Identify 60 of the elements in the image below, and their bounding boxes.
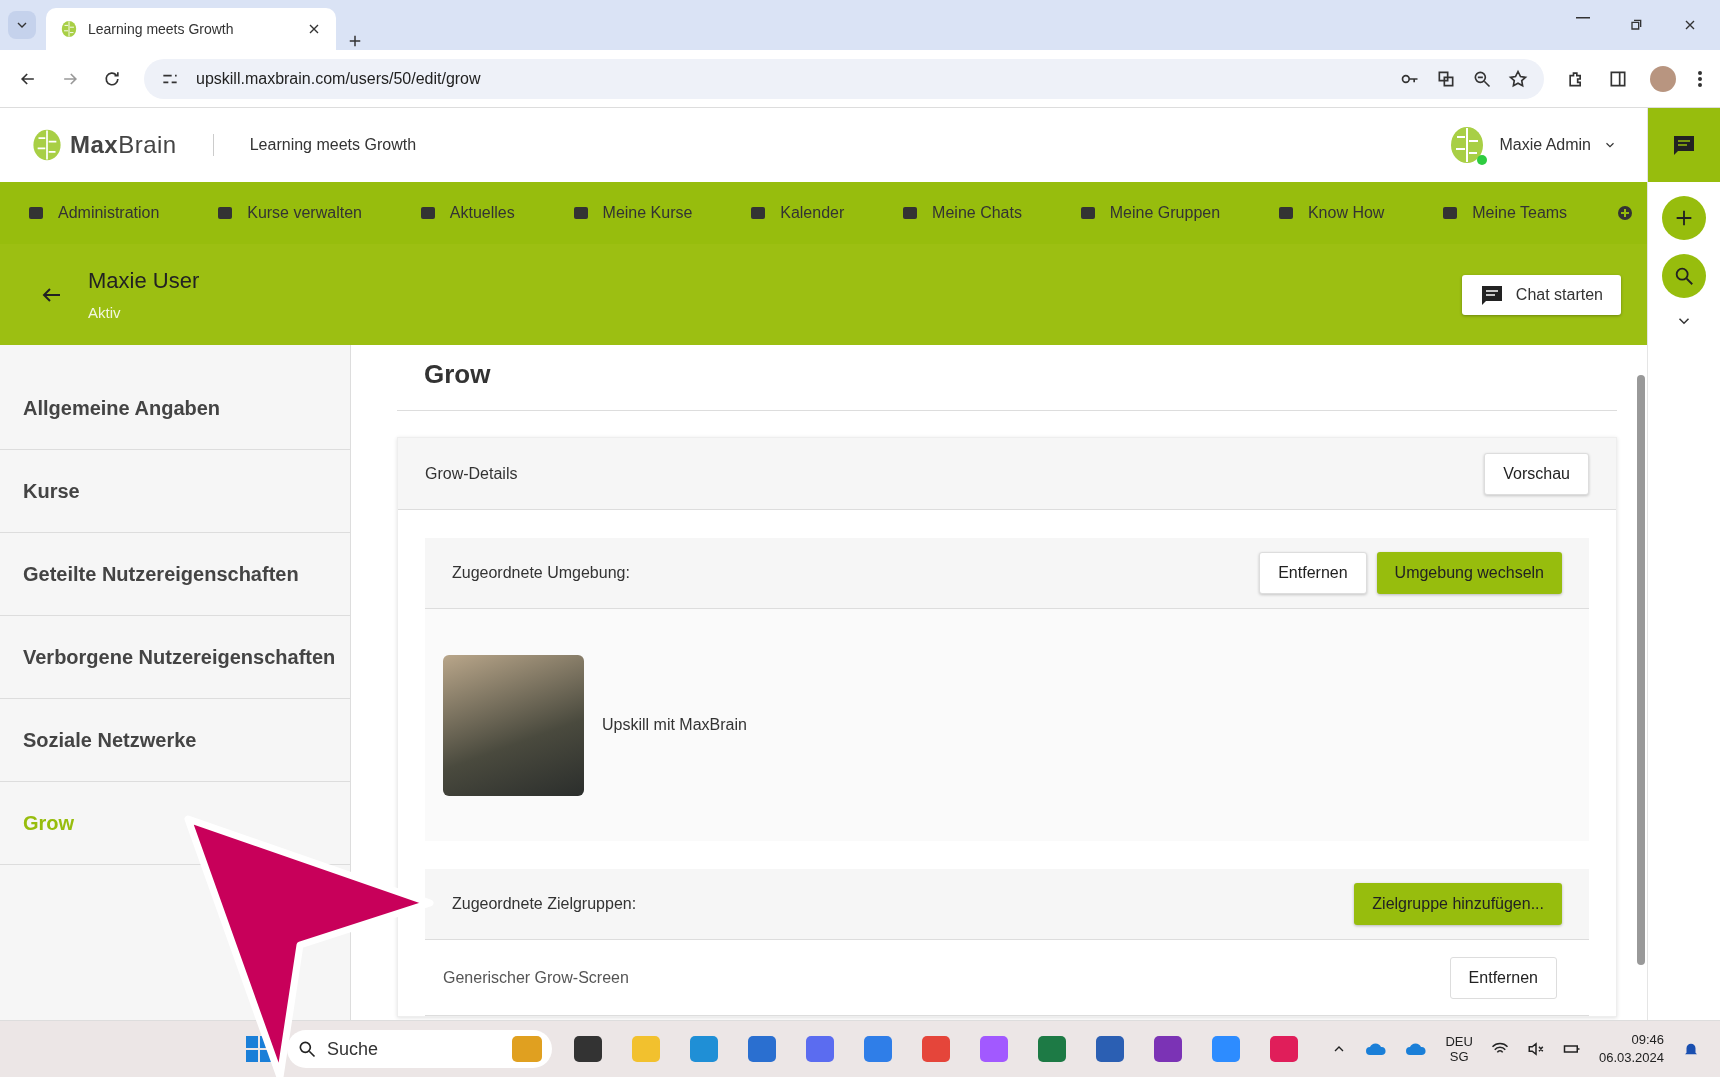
cloud-icon[interactable] <box>1405 1042 1428 1056</box>
section-label: Zugeordnete Zielgruppen: <box>452 895 637 913</box>
section-label: Zugeordnete Umgebung: <box>452 564 630 582</box>
chat-icon <box>1672 133 1696 157</box>
profile-name: Maxie User <box>88 268 200 294</box>
user-name[interactable]: Maxie Admin <box>1499 136 1591 154</box>
card-title: Grow-Details <box>425 464 518 483</box>
sidebar-item[interactable]: Kurse <box>0 450 350 533</box>
sidebar-item[interactable]: Allgemeine Angaben <box>0 367 350 450</box>
chat-start-button[interactable]: Chat starten <box>1461 274 1621 315</box>
clock-date: 06.03.2024 <box>1598 1049 1664 1067</box>
nav-item[interactable]: Kalender <box>742 198 853 228</box>
target-group-name: Generischer Grow-Screen <box>443 968 629 987</box>
nav-item[interactable]: Meine Kurse <box>564 198 701 228</box>
region-indicator[interactable]: SG <box>1445 1049 1473 1064</box>
cloud-icon[interactable] <box>1365 1042 1388 1056</box>
page-title: Grow <box>397 345 1617 411</box>
url-text: upskill.maxbrain.com/users/50/edit/grow <box>196 69 482 88</box>
sidebar-item[interactable]: Geteilte Nutzereigenschaften <box>0 533 350 616</box>
environment-name: Upskill mit MaxBrain <box>602 716 747 734</box>
minimize-icon[interactable] <box>1576 17 1590 19</box>
add-target-group-button[interactable]: Zielgruppe hinzufügen... <box>1354 883 1562 925</box>
change-environment-button[interactable]: Umgebung wechseln <box>1376 552 1562 594</box>
nav-item[interactable]: Meine Teams <box>1434 198 1576 228</box>
taskbar-search-field[interactable]: Suche <box>287 1030 552 1068</box>
restore-icon <box>1628 17 1644 33</box>
nav-item[interactable]: Kurse verwalten <box>209 198 370 228</box>
preview-button[interactable]: Vorschau <box>1484 452 1589 495</box>
remove-button[interactable]: Entfernen <box>1449 956 1557 999</box>
profile-status: Aktiv <box>88 304 122 321</box>
brain-logo-icon <box>30 128 64 162</box>
more-icon[interactable] <box>1698 70 1702 87</box>
language-indicator[interactable]: DEU <box>1445 1034 1473 1049</box>
nav-item[interactable]: Aktuelles <box>411 198 523 228</box>
avatar-circle[interactable] <box>1650 65 1676 92</box>
nav-item[interactable]: Administration <box>20 198 168 228</box>
brain-logo-icon <box>60 20 78 38</box>
nav-item[interactable]: Meine Gruppen <box>1071 198 1229 228</box>
nav-item[interactable]: Meine Chats <box>894 198 1030 228</box>
address-bar[interactable]: upskill.maxbrain.com/users/50/edit/grow <box>144 58 1544 99</box>
scrollbar[interactable] <box>1637 375 1645 965</box>
browser-tab[interactable]: Learning meets Growth <box>46 8 336 50</box>
remove-button[interactable]: Entfernen <box>1259 552 1367 594</box>
search-button[interactable] <box>1662 254 1706 298</box>
speaker-muted-icon <box>1526 1040 1545 1058</box>
tab-title: Learning meets Growth <box>88 21 235 37</box>
add-circle-icon[interactable] <box>1616 205 1633 221</box>
logo-text: MaxBrain <box>70 131 177 159</box>
sidebar-item[interactable]: Soziale Netzwerke <box>0 699 350 782</box>
tagline: Learning meets Growth <box>249 136 417 154</box>
search-placeholder: Suche <box>327 1038 380 1060</box>
chat-panel-button[interactable] <box>1648 108 1720 182</box>
nav-item[interactable]: Know How <box>1269 198 1393 228</box>
clock-time: 09:46 <box>1630 1030 1664 1049</box>
star-icon <box>1508 68 1528 89</box>
tab-list-button[interactable] <box>8 11 36 39</box>
sidebar-item[interactable]: Verborgene Nutzereigenschaften <box>0 616 350 699</box>
add-button[interactable] <box>1662 196 1706 240</box>
search-icon <box>1673 265 1695 287</box>
search-icon <box>297 1039 317 1059</box>
